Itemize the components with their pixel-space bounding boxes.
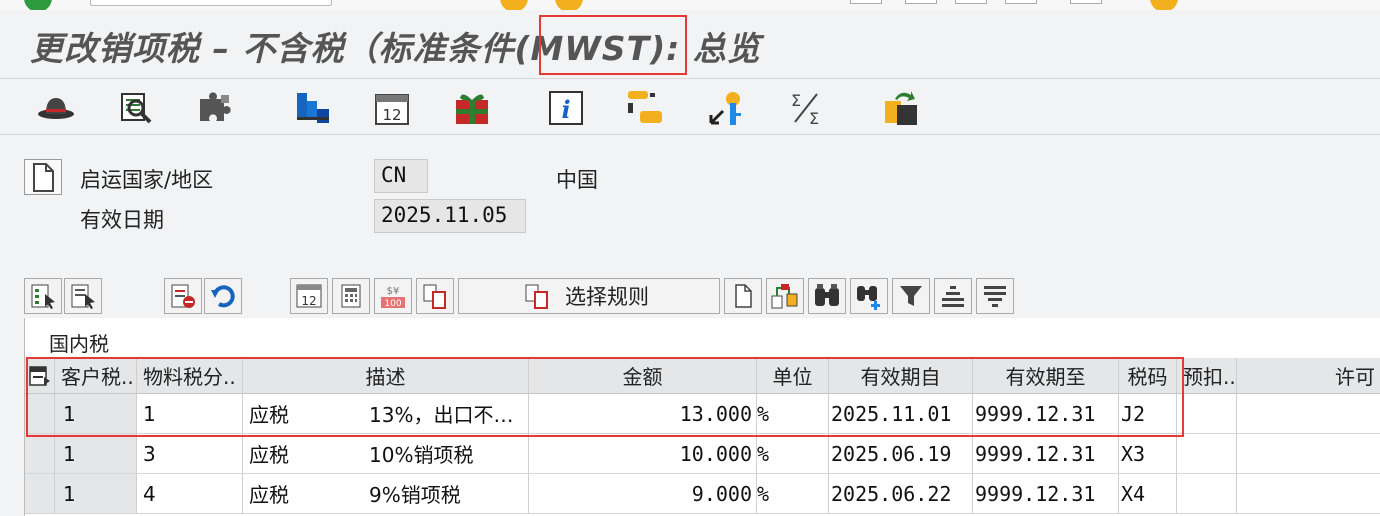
cell-valid-to[interactable]: 9999.12.31 bbox=[973, 474, 1119, 513]
select-rule-icon bbox=[525, 284, 548, 309]
toolbar-divider bbox=[0, 134, 1380, 135]
highlight-box-title bbox=[539, 15, 687, 75]
structure-icon[interactable] bbox=[766, 278, 804, 314]
cell-license[interactable] bbox=[1237, 394, 1380, 433]
calendar-icon[interactable]: 12 bbox=[372, 88, 412, 128]
gift-icon[interactable] bbox=[452, 88, 492, 128]
cell-description: 应税 bbox=[249, 483, 289, 507]
cell-tax-code[interactable]: X3 bbox=[1119, 434, 1177, 473]
select-rule-label: 选择规则 bbox=[565, 285, 649, 309]
country-name: 中国 bbox=[556, 168, 598, 192]
cell-valid-from[interactable]: 2025.06.22 bbox=[829, 474, 973, 513]
highlight-box-grid bbox=[26, 357, 1184, 437]
hierarchy-icon[interactable] bbox=[294, 88, 334, 128]
cell-license[interactable] bbox=[1237, 434, 1380, 473]
cell-tax-code[interactable]: X4 bbox=[1119, 474, 1177, 513]
table-row[interactable]: 1 3 应税 10%销项税 10.000 % 2025.06.19 9999.1… bbox=[25, 434, 1380, 474]
exit-icon[interactable] bbox=[555, 0, 583, 10]
cell-withholding[interactable] bbox=[1177, 474, 1237, 513]
condition-icon[interactable] bbox=[626, 88, 666, 128]
select-all-icon[interactable] bbox=[64, 278, 102, 314]
application-toolbar: 12 i ΣΣ bbox=[0, 88, 1380, 132]
cell-customer-tax[interactable]: 1 bbox=[55, 474, 137, 513]
find-next-icon[interactable] bbox=[905, 0, 937, 4]
cell-unit[interactable]: % bbox=[757, 434, 829, 473]
cell-license[interactable] bbox=[1237, 474, 1380, 513]
find-icon[interactable] bbox=[850, 0, 882, 4]
sum-icon[interactable]: ΣΣ bbox=[786, 88, 826, 128]
valid-date-label: 有效日期 bbox=[80, 208, 164, 232]
sort-descending-icon[interactable] bbox=[976, 278, 1014, 314]
undo-icon[interactable] bbox=[204, 278, 242, 314]
delete-row-icon[interactable] bbox=[164, 278, 202, 314]
svg-text:100: 100 bbox=[384, 299, 401, 309]
favorites-icon[interactable] bbox=[1070, 0, 1102, 4]
new-document-icon[interactable] bbox=[724, 278, 762, 314]
prev-page-icon[interactable] bbox=[1005, 0, 1037, 4]
search-list-icon[interactable] bbox=[116, 88, 156, 128]
key-icon[interactable] bbox=[706, 88, 746, 128]
row-selector[interactable] bbox=[25, 474, 55, 513]
system-toolbar bbox=[0, 0, 1380, 10]
calculator-icon[interactable] bbox=[332, 278, 370, 314]
country-label: 启运国家/地区 bbox=[80, 168, 214, 192]
document-icon[interactable] bbox=[24, 159, 62, 195]
valid-date-field[interactable]: 2025.11.05 bbox=[374, 199, 526, 233]
svg-text:12: 12 bbox=[301, 294, 316, 308]
cell-amount[interactable]: 10.000 bbox=[529, 434, 757, 473]
first-page-icon[interactable] bbox=[955, 0, 987, 4]
select-rule-button[interactable]: 选择规则 bbox=[458, 278, 720, 314]
cell-description: 应税 bbox=[249, 443, 289, 467]
puzzle-icon[interactable] bbox=[196, 88, 236, 128]
cell-valid-to[interactable]: 9999.12.31 bbox=[973, 434, 1119, 473]
find-icon[interactable] bbox=[808, 278, 846, 314]
transport-icon[interactable] bbox=[882, 88, 922, 128]
cell-customer-tax[interactable]: 1 bbox=[55, 434, 137, 473]
row-selector[interactable] bbox=[25, 434, 55, 473]
svg-text:12: 12 bbox=[382, 106, 401, 124]
cell-description-text: 9%销项税 bbox=[363, 474, 529, 513]
cell-withholding[interactable] bbox=[1177, 394, 1237, 433]
back-icon[interactable] bbox=[500, 0, 528, 10]
table-row[interactable]: 1 4 应税 9%销项税 9.000 % 2025.06.22 9999.12.… bbox=[25, 474, 1380, 514]
svg-text:Σ: Σ bbox=[791, 91, 801, 110]
copy-icon[interactable] bbox=[416, 278, 454, 314]
info-icon[interactable]: i bbox=[546, 88, 586, 128]
column-header-license[interactable]: 许可 bbox=[1237, 358, 1380, 393]
command-field[interactable] bbox=[90, 0, 332, 6]
column-header-withholding[interactable]: 预扣.. bbox=[1177, 358, 1237, 393]
enter-icon[interactable] bbox=[24, 0, 52, 10]
svg-text:Σ: Σ bbox=[809, 109, 819, 126]
cell-amount[interactable]: 9.000 bbox=[529, 474, 757, 513]
details-icon[interactable] bbox=[24, 278, 62, 314]
help-icon[interactable] bbox=[1150, 0, 1178, 10]
cell-withholding[interactable] bbox=[1177, 434, 1237, 473]
cell-valid-from[interactable]: 2025.06.19 bbox=[829, 434, 973, 473]
cell-description-text: 10%销项税 bbox=[363, 434, 529, 473]
grid-title: 国内税 bbox=[49, 332, 109, 356]
filter-icon[interactable] bbox=[892, 278, 930, 314]
title-divider bbox=[0, 78, 1380, 79]
svg-text:$¥: $¥ bbox=[387, 286, 400, 297]
date-icon[interactable]: 12 bbox=[290, 278, 328, 314]
svg-text:i: i bbox=[561, 95, 570, 124]
cell-material-tax[interactable]: 3 bbox=[137, 434, 243, 473]
sort-ascending-icon[interactable] bbox=[934, 278, 972, 314]
cell-unit[interactable]: % bbox=[757, 474, 829, 513]
currency-icon[interactable]: $¥ 100 bbox=[374, 278, 412, 314]
cell-material-tax[interactable]: 4 bbox=[137, 474, 243, 513]
find-next-icon[interactable] bbox=[850, 278, 888, 314]
country-code-field[interactable]: CN bbox=[374, 159, 428, 193]
hat-icon[interactable] bbox=[36, 88, 76, 128]
